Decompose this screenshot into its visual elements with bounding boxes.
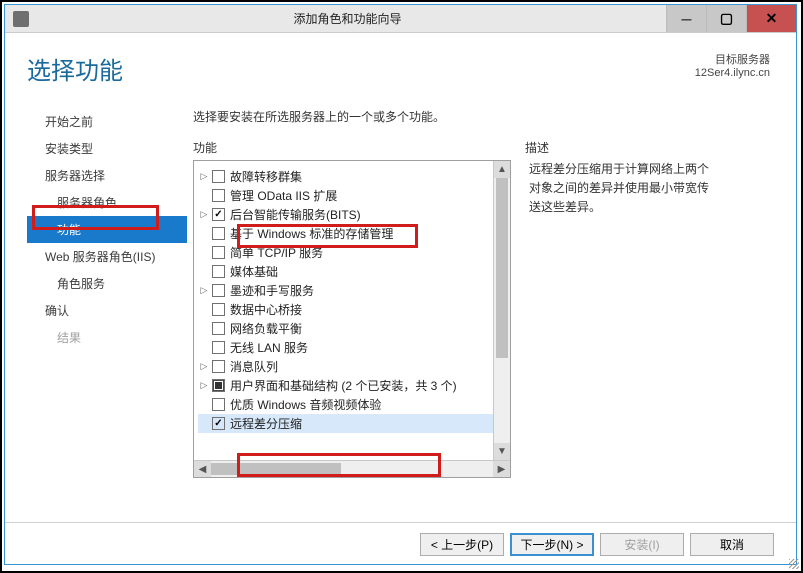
feature-item[interactable]: ▷ 墨迹和手写服务: [198, 281, 506, 300]
feature-item[interactable]: ▷ 消息队列: [198, 357, 506, 376]
server-name: 12Ser4.ilync.cn: [695, 67, 770, 79]
feature-item[interactable]: ▷ 用户界面和基础结构 (2 个已安装，共 3 个): [198, 376, 506, 395]
resize-grip-icon: [789, 559, 799, 569]
checkbox[interactable]: [212, 341, 225, 354]
expander-icon[interactable]: ▷: [198, 209, 210, 221]
feature-label: 网络负载平衡: [230, 320, 302, 337]
feature-item[interactable]: 简单 TCP/IP 服务: [198, 243, 506, 262]
expander-icon: [198, 418, 210, 430]
checkbox[interactable]: [212, 265, 225, 278]
feature-item[interactable]: 基于 Windows 标准的存储管理: [198, 224, 506, 243]
nav-item-6[interactable]: 角色服务: [27, 270, 187, 297]
feature-label: 数据中心桥接: [230, 301, 302, 318]
previous-button[interactable]: < 上一步(P): [420, 533, 504, 556]
checkbox[interactable]: [212, 398, 225, 411]
nav-item-5[interactable]: Web 服务器角色(IIS): [27, 243, 187, 270]
checkbox[interactable]: [212, 170, 225, 183]
scroll-right-icon[interactable]: ▶: [493, 461, 510, 477]
nav-item-0[interactable]: 开始之前: [27, 108, 187, 135]
maximize-button[interactable]: ▢: [706, 5, 746, 32]
server-label: 目标服务器: [695, 51, 770, 67]
expander-icon[interactable]: ▷: [198, 171, 210, 183]
checkbox[interactable]: [212, 360, 225, 373]
expander-icon: [198, 399, 210, 411]
features-tree[interactable]: ▷ 故障转移群集管理 OData IIS 扩展 ▷ 后台智能传输服务(BITS) 基于 …: [193, 160, 511, 478]
feature-item[interactable]: 网络负载平衡: [198, 319, 506, 338]
feature-label: 管理 OData IIS 扩展: [230, 187, 337, 204]
install-button: 安装(I): [600, 533, 684, 556]
feature-item[interactable]: 管理 OData IIS 扩展: [198, 186, 506, 205]
expander-icon: [198, 323, 210, 335]
expander-icon: [198, 190, 210, 202]
feature-item[interactable]: 优质 Windows 音频视频体验: [198, 395, 506, 414]
checkbox[interactable]: [212, 246, 225, 259]
feature-item[interactable]: ▷ 后台智能传输服务(BITS): [198, 205, 506, 224]
checkbox[interactable]: [212, 189, 225, 202]
checkbox[interactable]: [212, 303, 225, 316]
horizontal-scrollbar[interactable]: ◀ ▶: [194, 460, 510, 477]
description-heading: 描述: [525, 139, 549, 156]
feature-label: 故障转移群集: [230, 168, 302, 185]
feature-label: 墨迹和手写服务: [230, 282, 314, 299]
window-title: 添加角色和功能向导: [29, 10, 666, 27]
checkbox[interactable]: [212, 284, 225, 297]
wizard-footer: < 上一步(P) 下一步(N) > 安装(I) 取消: [5, 522, 796, 556]
expander-icon[interactable]: ▷: [198, 285, 210, 297]
nav-item-7[interactable]: 确认: [27, 297, 187, 324]
feature-label: 优质 Windows 音频视频体验: [230, 396, 381, 413]
scroll-thumb[interactable]: [496, 178, 508, 358]
nav-item-4[interactable]: 功能: [27, 216, 187, 243]
wizard-nav: 开始之前安装类型服务器选择服务器角色功能Web 服务器角色(IIS)角色服务确认…: [27, 108, 187, 351]
nav-item-3[interactable]: 服务器角色: [27, 189, 187, 216]
feature-label: 消息队列: [230, 358, 278, 375]
feature-label: 无线 LAN 服务: [230, 339, 308, 356]
target-server-box: 目标服务器 12Ser4.ilync.cn: [695, 51, 770, 79]
nav-item-2[interactable]: 服务器选择: [27, 162, 187, 189]
feature-label: 媒体基础: [230, 263, 278, 280]
checkbox[interactable]: [212, 227, 225, 240]
titlebar[interactable]: 添加角色和功能向导 ─ ▢ ✕: [5, 5, 796, 33]
app-icon: [13, 11, 29, 27]
scroll-down-icon[interactable]: ▼: [494, 443, 510, 460]
expander-icon: [198, 342, 210, 354]
feature-item[interactable]: 媒体基础: [198, 262, 506, 281]
cancel-button[interactable]: 取消: [690, 533, 774, 556]
features-heading: 功能: [193, 139, 525, 156]
page-title: 选择功能: [27, 51, 123, 86]
close-button[interactable]: ✕: [746, 5, 796, 32]
vertical-scrollbar[interactable]: ▲ ▼: [493, 161, 510, 460]
scroll-left-icon[interactable]: ◀: [194, 461, 211, 477]
feature-label: 用户界面和基础结构 (2 个已安装，共 3 个): [230, 377, 457, 394]
nav-item-8: 结果: [27, 324, 187, 351]
scroll-up-icon[interactable]: ▲: [494, 161, 510, 178]
feature-item[interactable]: 数据中心桥接: [198, 300, 506, 319]
feature-item[interactable]: 无线 LAN 服务: [198, 338, 506, 357]
next-button[interactable]: 下一步(N) >: [510, 533, 594, 556]
hscroll-thumb[interactable]: [211, 463, 341, 475]
expander-icon: [198, 266, 210, 278]
feature-label: 远程差分压缩: [230, 415, 302, 432]
feature-label: 基于 Windows 标准的存储管理: [230, 225, 393, 242]
feature-label: 简单 TCP/IP 服务: [230, 244, 323, 261]
description-text: 远程差分压缩用于计算网络上两个对象之间的差异并使用最小带宽传送这些差异。: [529, 160, 709, 218]
expander-icon: [198, 228, 210, 240]
instruction-text: 选择要安装在所选服务器上的一个或多个功能。: [193, 108, 774, 125]
feature-item[interactable]: ▷ 故障转移群集: [198, 167, 506, 186]
expander-icon[interactable]: ▷: [198, 361, 210, 373]
checkbox[interactable]: [212, 417, 225, 430]
expander-icon: [198, 247, 210, 259]
minimize-button[interactable]: ─: [666, 5, 706, 32]
expander-icon: [198, 304, 210, 316]
checkbox[interactable]: [212, 322, 225, 335]
expander-icon[interactable]: ▷: [198, 380, 210, 392]
feature-label: 后台智能传输服务(BITS): [230, 206, 361, 223]
feature-item[interactable]: 远程差分压缩: [198, 414, 506, 433]
checkbox[interactable]: [212, 379, 225, 392]
checkbox[interactable]: [212, 208, 225, 221]
nav-item-1[interactable]: 安装类型: [27, 135, 187, 162]
